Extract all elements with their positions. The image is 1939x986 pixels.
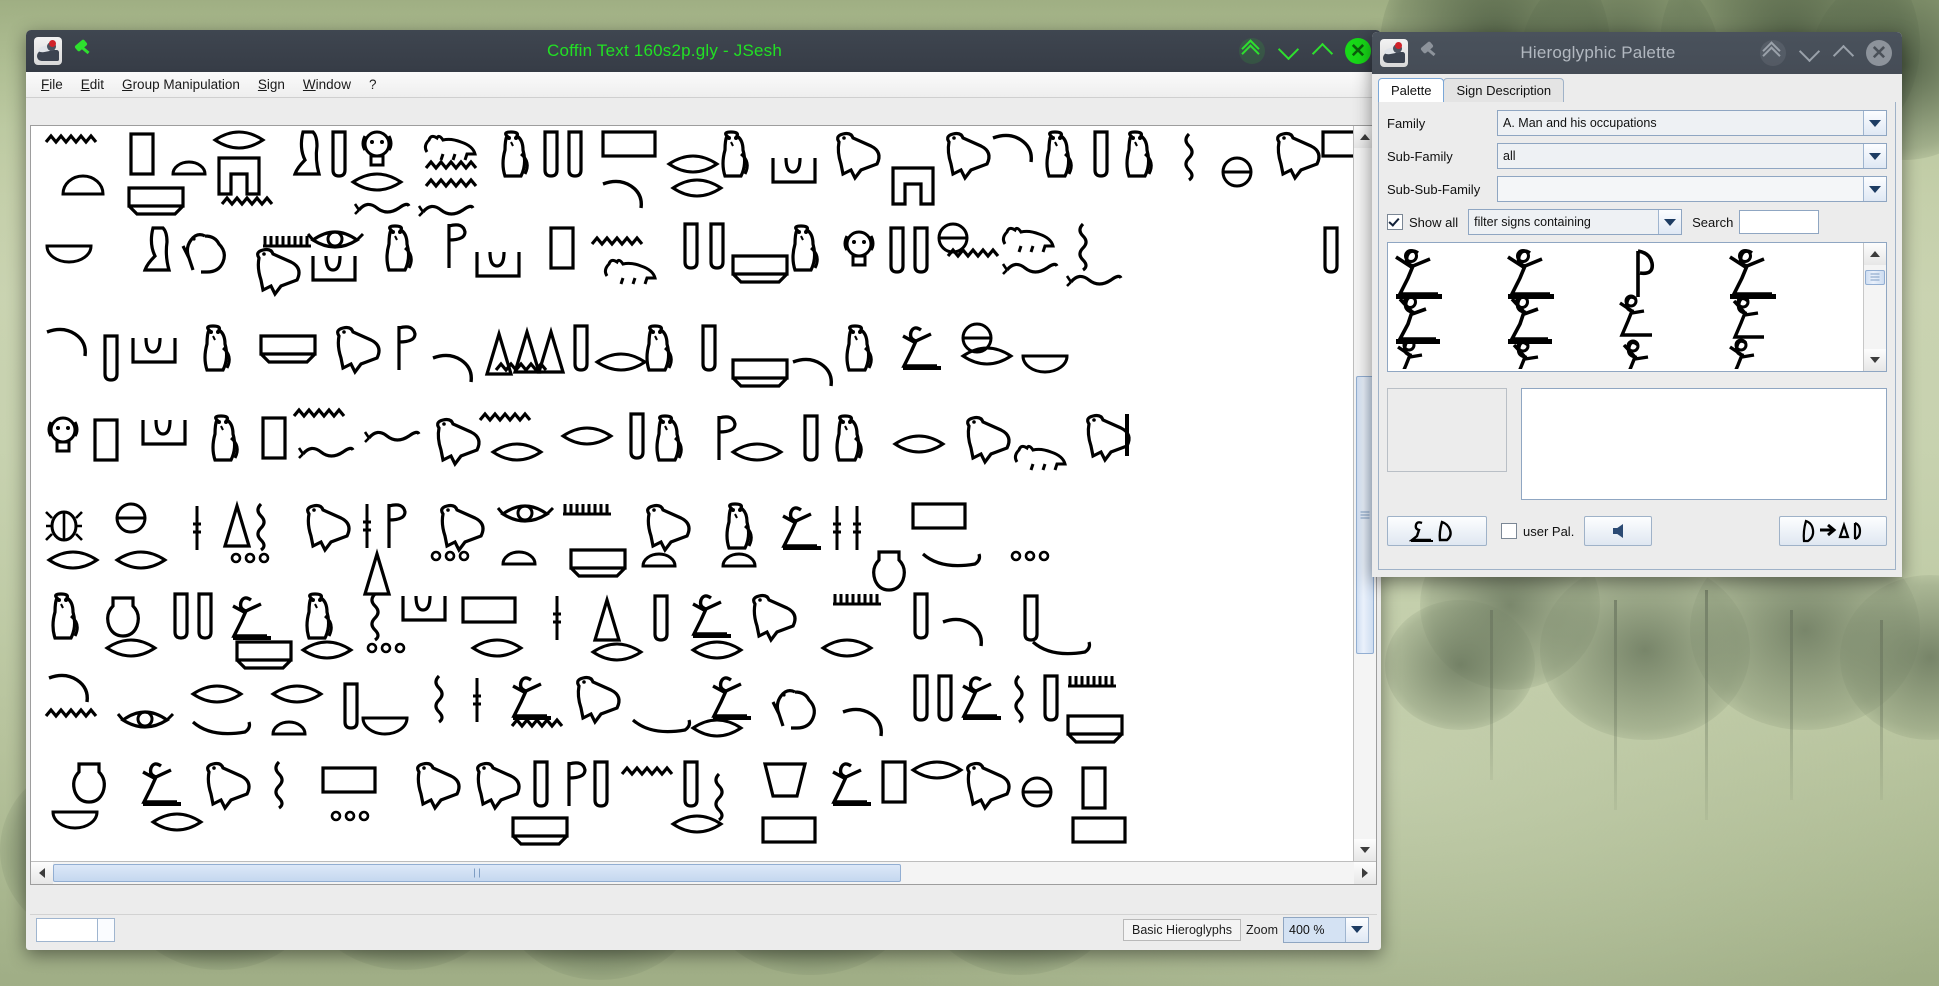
subfamily-row: Sub-Family all <box>1387 143 1887 169</box>
mode-indicator[interactable]: Basic Hieroglyphs <box>1123 918 1242 941</box>
maximize-button[interactable] <box>1311 40 1334 65</box>
horizontal-scroll-thumb[interactable] <box>53 864 901 882</box>
menu-sign-rest: ign <box>266 77 285 92</box>
hieroglyph-pair-icon <box>1409 520 1452 542</box>
zoom-value[interactable]: 400 % <box>1284 917 1345 942</box>
jsesh-main-window: Coffin Text 160s2p.gly - JSesh ✕ File Ed… <box>26 30 1381 950</box>
scroll-right-button[interactable] <box>1354 862 1376 884</box>
menu-group-rest: roup Manipulation <box>132 77 240 92</box>
scroll-up-button[interactable] <box>1864 243 1886 265</box>
user-palette-checkbox[interactable] <box>1501 523 1517 539</box>
menu-file[interactable]: File <box>32 74 72 95</box>
search-input[interactable] <box>1739 210 1820 234</box>
sign-grid-container <box>1387 242 1887 372</box>
pin-icon[interactable] <box>70 38 92 63</box>
jsesh-statusbar: Basic Hieroglyphs Zoom 400 % <box>30 914 1377 944</box>
insert-sign-button[interactable] <box>1779 516 1887 546</box>
menu-group-manipulation[interactable]: Group Manipulation <box>113 74 249 95</box>
shade-button[interactable] <box>1760 40 1786 66</box>
subfamily-combobox[interactable]: all <box>1497 143 1887 169</box>
sign-code-area[interactable] <box>1521 388 1887 500</box>
chevron-down-icon[interactable] <box>1863 111 1886 135</box>
menu-sign[interactable]: Sign <box>249 74 294 95</box>
coordinate-field[interactable] <box>36 917 115 942</box>
chevron-down-icon[interactable] <box>1658 210 1682 234</box>
palette-sign-button[interactable] <box>1387 516 1487 546</box>
show-all-checkbox[interactable] <box>1387 214 1403 230</box>
sign-grid-scroll-thumb[interactable] <box>1865 270 1885 285</box>
menu-window-rest: indow <box>315 77 351 92</box>
filter-value[interactable]: filter signs containing <box>1469 210 1659 234</box>
family-row: Family A. Man and his occupations <box>1387 110 1887 136</box>
jsesh-app-icon <box>34 37 62 65</box>
palette-tabs: Palette Sign Description <box>1378 78 1896 102</box>
palette-titlebar[interactable]: Hieroglyphic Palette ✕ <box>1372 32 1902 74</box>
jsesh-window-buttons: ✕ <box>1231 38 1371 65</box>
zoom-combobox[interactable]: 400 % <box>1283 916 1369 943</box>
subsubfamily-combobox[interactable] <box>1497 176 1887 202</box>
horizontal-scroll-track[interactable] <box>53 862 1354 884</box>
zoom-label: Zoom <box>1246 922 1278 937</box>
sign-preview-box <box>1387 388 1507 472</box>
search-label: Search <box>1692 214 1734 230</box>
sign-grid[interactable] <box>1388 243 1863 371</box>
sign-grid-scroll-track[interactable] <box>1864 265 1886 349</box>
tab-palette[interactable]: Palette <box>1378 78 1445 102</box>
minimize-button[interactable] <box>1798 40 1821 64</box>
user-palette-label: user Pal. <box>1523 523 1575 539</box>
jsesh-app-icon <box>1380 39 1408 67</box>
menu-window[interactable]: Window <box>294 74 360 95</box>
minimize-button[interactable] <box>1277 38 1300 62</box>
family-label: Family <box>1387 115 1426 131</box>
document-area <box>30 125 1377 885</box>
palette-bottom-toolbar: user Pal. <box>1387 516 1887 546</box>
palette-panel: Family A. Man and his occupations Sub-Fa… <box>1378 102 1896 570</box>
subfamily-value[interactable]: all <box>1498 144 1863 168</box>
menu-edit[interactable]: Edit <box>72 74 113 95</box>
palette-window-title: Hieroglyphic Palette <box>1520 43 1676 62</box>
jsesh-menubar: File Edit Group Manipulation Sign Window… <box>26 72 1381 98</box>
palette-window-buttons: ✕ <box>1752 40 1892 67</box>
subfamily-label: Sub-Family <box>1387 148 1453 164</box>
filter-row: Show all filter signs containing Search <box>1387 209 1887 235</box>
chevron-down-icon[interactable] <box>1863 144 1886 168</box>
menu-help[interactable]: ? <box>360 74 386 95</box>
subsubfamily-row: Sub-Sub-Family <box>1387 176 1887 202</box>
scroll-left-button[interactable] <box>31 862 53 884</box>
family-combobox[interactable]: A. Man and his occupations <box>1497 110 1887 136</box>
pin-icon[interactable] <box>1416 40 1438 65</box>
menu-edit-rest: dit <box>89 77 105 92</box>
hieroglyph-insert-icon <box>1802 519 1862 543</box>
statusbar-right-group: Basic Hieroglyphs Zoom 400 % <box>1123 916 1369 943</box>
jsesh-titlebar[interactable]: Coffin Text 160s2p.gly - JSesh ✕ <box>26 30 1381 72</box>
palette-content: Palette Sign Description Family A. Man a… <box>1372 74 1902 577</box>
show-all-label: Show all <box>1409 214 1459 230</box>
scroll-down-button[interactable] <box>1354 839 1376 861</box>
maximize-button[interactable] <box>1832 42 1855 67</box>
menu-file-rest: ile <box>49 77 63 92</box>
preview-row <box>1387 388 1887 500</box>
subsubfamily-value[interactable] <box>1498 177 1863 201</box>
filter-combobox[interactable]: filter signs containing <box>1468 209 1683 235</box>
arrow-left-icon <box>1613 524 1624 538</box>
family-value[interactable]: A. Man and his occupations <box>1498 111 1863 135</box>
tab-sign-description[interactable]: Sign Description <box>1443 78 1565 102</box>
coordinate-value[interactable] <box>37 918 98 941</box>
chevron-down-icon[interactable] <box>1863 177 1886 201</box>
coordinate-secondary-cell[interactable] <box>98 918 114 941</box>
document-horizontal-scrollbar[interactable] <box>31 861 1376 884</box>
close-button[interactable]: ✕ <box>1345 38 1371 64</box>
hieroglyph-text-canvas[interactable] <box>31 126 1353 861</box>
sign-grid-scrollbar[interactable] <box>1863 243 1886 371</box>
hieroglyphic-palette-window: Hieroglyphic Palette ✕ Palette Sign Desc… <box>1372 32 1902 577</box>
close-button[interactable]: ✕ <box>1866 40 1892 66</box>
jsesh-window-title: Coffin Text 160s2p.gly - JSesh <box>546 41 782 60</box>
scroll-down-button[interactable] <box>1864 349 1886 371</box>
chevron-down-icon[interactable] <box>1345 917 1368 942</box>
back-button[interactable] <box>1584 516 1653 546</box>
shade-button[interactable] <box>1239 38 1265 64</box>
subsubfamily-label: Sub-Sub-Family <box>1387 181 1481 197</box>
